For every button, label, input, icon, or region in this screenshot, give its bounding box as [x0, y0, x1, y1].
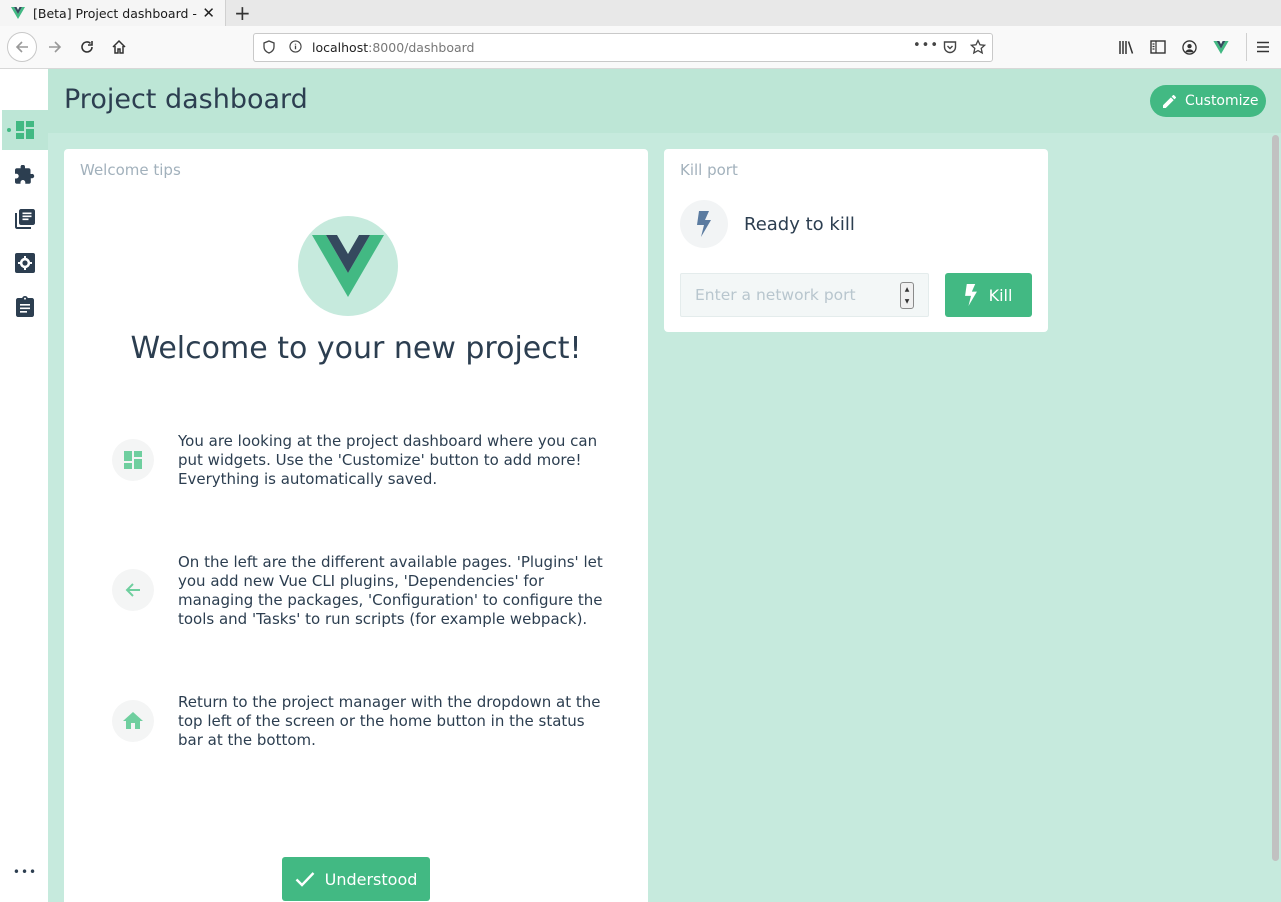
widget-title: Kill port [680, 161, 738, 179]
home-button[interactable] [104, 32, 134, 62]
dashboard-icon [124, 451, 142, 469]
kill-port-widget: Kill port Ready to kill ▲ ▼ Kill [664, 149, 1048, 332]
bookmark-star-icon[interactable] [970, 39, 986, 55]
tip-dashboard-icon-badge [112, 439, 154, 481]
home-icon [112, 39, 126, 54]
app-sidebar: ••• [2, 69, 48, 902]
library-icon[interactable] [1118, 40, 1134, 55]
browser-tab[interactable]: [Beta] Project dashboard - Vue UI ✕ [0, 0, 226, 26]
kill-status-badge [680, 200, 728, 248]
info-icon[interactable] [289, 40, 302, 53]
settings-icon [15, 253, 35, 273]
page-actions-icon[interactable]: ••• [913, 38, 939, 53]
kill-status: Ready to kill [744, 214, 855, 235]
flash-icon [697, 211, 711, 237]
home-icon [123, 712, 143, 729]
url-bar[interactable]: localhost:8000/dashboard ••• [253, 33, 993, 62]
puzzle-icon [15, 165, 35, 184]
kill-label: Kill [988, 285, 1013, 305]
port-input[interactable] [680, 273, 929, 317]
vue-logo [298, 216, 398, 316]
arrow-back-icon [125, 583, 140, 597]
stepper-up-icon[interactable]: ▲ [905, 286, 910, 293]
tip-text: Return to the project manager with the d… [178, 693, 601, 749]
toolbar-divider [1246, 33, 1247, 61]
arrow-right-icon [49, 41, 62, 53]
dashboard-icon [16, 121, 34, 139]
tip-text: On the left are the different available … [178, 553, 603, 628]
browser-nav-bar: localhost:8000/dashboard ••• [0, 26, 1281, 69]
assignment-icon [16, 295, 34, 317]
welcome-tips-widget: Welcome tips Welcome to your new project… [64, 149, 648, 902]
stepper-down-icon[interactable]: ▼ [905, 298, 910, 305]
tab-title: [Beta] Project dashboard - Vue UI [33, 5, 199, 21]
pocket-icon[interactable] [943, 40, 957, 54]
tip-text: You are looking at the project dashboard… [178, 432, 598, 488]
sidebar-item-tasks[interactable] [2, 286, 48, 326]
arrow-left-icon [15, 41, 28, 53]
tip-arrow-icon-badge [112, 569, 154, 611]
account-icon[interactable] [1182, 40, 1197, 55]
tip-home-icon-badge [112, 700, 154, 742]
understood-label: Understood [324, 869, 418, 889]
new-tab-button[interactable]: + [234, 1, 251, 25]
page-title: Project dashboard [64, 84, 308, 115]
app-header: Project dashboard Customize [48, 69, 1281, 133]
port-stepper[interactable]: ▲ ▼ [900, 282, 914, 309]
hamburger-menu-icon[interactable] [1256, 41, 1270, 53]
welcome-heading: Welcome to your new project! [130, 331, 582, 366]
shield-icon[interactable] [263, 40, 275, 54]
browser-tab-bar: [Beta] Project dashboard - Vue UI ✕ + [0, 0, 1281, 26]
check-icon [295, 872, 314, 887]
more-button[interactable]: ••• [2, 852, 48, 892]
vue-logo-icon [312, 235, 384, 297]
scrollbar-thumb[interactable] [1272, 135, 1279, 861]
flash-icon [964, 284, 977, 306]
sidebar-item-plugins[interactable] [2, 155, 48, 195]
reload-button[interactable] [72, 32, 102, 62]
sidebar-item-configuration[interactable] [2, 243, 48, 283]
url-text: localhost:8000/dashboard [312, 40, 475, 55]
vue-favicon-icon [11, 7, 25, 19]
vue-devtools-icon[interactable] [1213, 41, 1229, 54]
url-host: localhost [312, 40, 369, 55]
sidebar-item-dashboard[interactable] [2, 110, 48, 150]
understood-button[interactable]: Understood [282, 857, 430, 901]
app-main: Project dashboard Customize Welcome tips… [48, 69, 1281, 902]
back-button[interactable] [7, 32, 37, 62]
url-path: :8000/dashboard [368, 40, 475, 55]
library-books-icon [15, 209, 35, 229]
forward-button[interactable] [40, 32, 70, 62]
customize-label: Customize [1185, 93, 1259, 109]
pencil-icon [1163, 94, 1176, 108]
close-tab-icon[interactable]: ✕ [202, 4, 215, 22]
main-scrollbar[interactable] [1270, 133, 1281, 902]
active-indicator [7, 128, 11, 132]
kill-button[interactable]: Kill [945, 273, 1032, 317]
customize-button[interactable]: Customize [1150, 85, 1266, 117]
widget-title: Welcome tips [80, 161, 181, 179]
sidebar-toggle-icon[interactable] [1150, 40, 1166, 54]
sidebar-item-dependencies[interactable] [2, 199, 48, 239]
reload-icon [81, 41, 93, 53]
